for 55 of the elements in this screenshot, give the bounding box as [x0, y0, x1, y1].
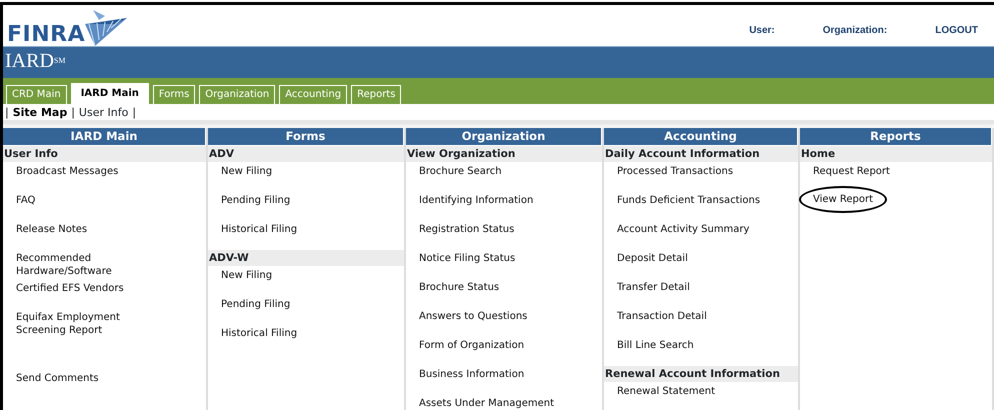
app-title: IARD$^{SM}$ — [4, 49, 66, 74]
sitemap-link[interactable]: Equifax Employment Screening Report — [16, 310, 166, 338]
logo-text: FINRA — [7, 24, 86, 46]
sitemap-link[interactable]: Account Activity Summary — [617, 222, 750, 237]
header-label: Organization: — [822, 24, 888, 38]
subnav-link[interactable]: User Info — [78, 104, 128, 120]
section-heading: Home — [800, 146, 992, 162]
sitemap-link[interactable]: FAQ — [16, 193, 36, 208]
sitemap-link[interactable]: Registration Status — [419, 222, 514, 237]
section-heading: ADV-W — [208, 250, 404, 266]
column-header: Organization — [406, 128, 602, 145]
sitemap-link[interactable]: Bill Line Search — [617, 338, 694, 353]
sitemap-link[interactable]: New Filing — [221, 164, 272, 179]
column-header: Accounting — [604, 128, 798, 145]
section-heading: View Organization — [406, 146, 602, 162]
separator-text: | — [71, 105, 75, 120]
sitemap-link[interactable]: Processed Transactions — [617, 164, 734, 179]
sitemap-link[interactable]: Transaction Detail — [617, 309, 707, 324]
sitemap-link[interactable]: Deposit Detail — [617, 251, 688, 266]
sitemap-link[interactable]: New Filing — [221, 268, 272, 283]
sitemap-link[interactable]: Release Notes — [16, 222, 88, 237]
sitemap-link[interactable]: Recommended Hardware/Software — [16, 251, 166, 279]
column-header: Forms — [208, 128, 404, 145]
sitemap-link[interactable]: Form of Organization — [419, 338, 524, 353]
section-heading: Renewal Account Information — [604, 366, 798, 382]
subnav-link[interactable]: Site Map — [12, 104, 68, 120]
sitemap-link[interactable]: Brochure Search — [419, 164, 502, 179]
sitemap-link[interactable]: Renewal Statement — [617, 384, 716, 399]
section-heading: Daily Account Information — [604, 146, 798, 162]
sitemap-link[interactable]: Historical Filing — [221, 326, 298, 341]
column-header: IARD Main — [3, 128, 206, 145]
sitemap-link[interactable]: Brochure Status — [419, 280, 500, 295]
separator-text: | — [5, 105, 9, 120]
sitemap-link[interactable]: Send Comments — [16, 371, 99, 386]
sitemap-link[interactable]: Certified EFS Vendors — [16, 281, 124, 296]
sitemap-link[interactable]: Answers to Questions — [419, 309, 528, 324]
sitemap-link[interactable]: Transfer Detail — [617, 280, 690, 295]
sitemap-link[interactable]: Pending Filing — [221, 193, 290, 208]
section-heading: User Info — [3, 146, 206, 162]
header-label: User: — [749, 24, 775, 38]
sitemap-link[interactable]: Assets Under Management — [419, 396, 554, 410]
sitemap-link[interactable]: Notice Filing Status — [419, 251, 516, 266]
sitemap-link[interactable]: Historical Filing — [221, 222, 298, 237]
sitemap-link[interactable]: Funds Deficient Transactions — [617, 193, 760, 208]
sitemap-link[interactable]: Identifying Information — [419, 193, 534, 208]
sitemap-link[interactable]: Request Report — [813, 164, 890, 179]
separator-text: | — [132, 105, 136, 120]
nav-tab[interactable]: IARD Main — [70, 83, 149, 104]
column-header: Reports — [800, 128, 992, 145]
section-heading: ADV — [208, 146, 404, 162]
sitemap-link[interactable]: Pending Filing — [221, 297, 290, 312]
sitemap-link[interactable]: Business Information — [419, 367, 524, 382]
sitemap-link[interactable]: Broadcast Messages — [16, 164, 118, 179]
sitemap-link[interactable]: View Report — [799, 186, 888, 213]
logout-link[interactable]: LOGOUT — [935, 23, 978, 38]
